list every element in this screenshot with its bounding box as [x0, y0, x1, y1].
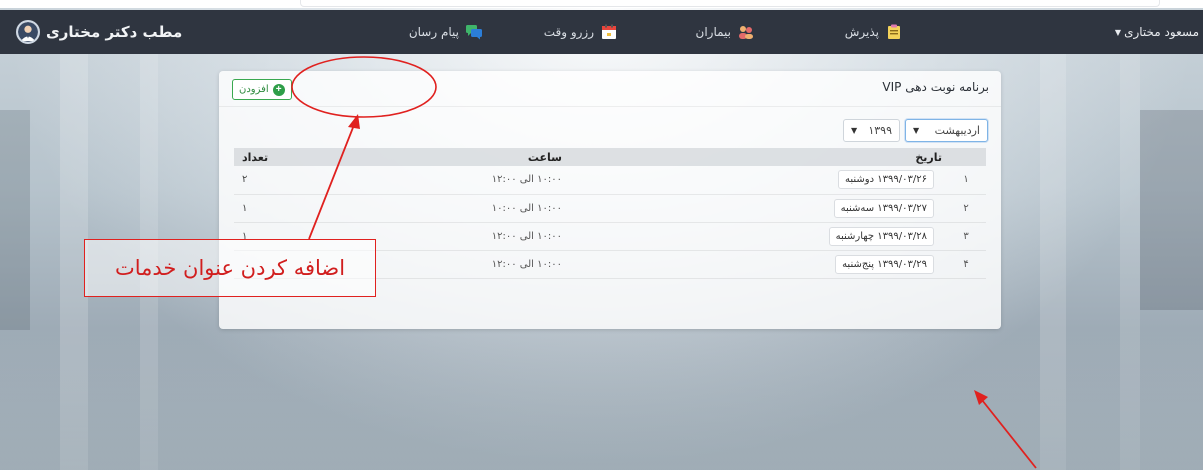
- row-time: ۱۰:۰۰ الی ۱۰:۰۰: [336, 194, 566, 223]
- nav-item-label: رزرو وقت: [543, 25, 594, 39]
- row-num: ۲: [946, 194, 986, 223]
- year-select[interactable]: ۱۳۹۹ ▼: [843, 119, 900, 142]
- doctor-avatar-icon: [16, 20, 40, 44]
- row-date-cell: ۱۳۹۹/۰۳/۲۸ چهارشنبه: [566, 222, 946, 251]
- row-num: ۱: [946, 166, 986, 195]
- calendar-icon: [602, 24, 616, 39]
- brand-title: مطب دکتر مختاری: [46, 23, 183, 41]
- browser-top-strip: [0, 0, 1203, 8]
- row-date[interactable]: ۱۳۹۹/۰۳/۲۶ دوشنبه: [838, 170, 934, 190]
- row-num: ۴: [946, 250, 986, 279]
- card-header: برنامه نوبت دهی VIP + افزودن: [219, 71, 1001, 107]
- user-menu[interactable]: مسعود مختاری ▼: [1115, 10, 1199, 54]
- table-row[interactable]: ۲ ۱۳۹۹/۰۳/۲۷ سه‌شنبه ۱۰:۰۰ الی ۱۰:۰۰ ۱: [234, 194, 986, 223]
- row-date[interactable]: ۱۳۹۹/۰۳/۲۹ پنج‌شنبه: [835, 254, 934, 274]
- brand[interactable]: مطب دکتر مختاری: [16, 10, 182, 54]
- table-header-row: تاریخ ساعت تعداد: [234, 148, 986, 166]
- chat-icon: [466, 25, 482, 40]
- row-date-cell: ۱۳۹۹/۰۳/۲۷ سه‌شنبه: [566, 194, 946, 223]
- nav-item-messenger[interactable]: پیام رسان: [409, 10, 483, 54]
- nav-item-reception[interactable]: پذیرش: [845, 10, 903, 54]
- row-date-cell: ۱۳۹۹/۰۳/۲۶ دوشنبه: [566, 166, 946, 195]
- row-count: ۲: [234, 166, 336, 195]
- row-count: ۱: [234, 194, 336, 223]
- nav-item-label: پذیرش: [844, 25, 879, 39]
- chevron-down-icon: ▼: [913, 126, 920, 135]
- clipboard-icon: [888, 24, 900, 39]
- add-button-label: افزودن: [239, 84, 269, 95]
- header-date: تاریخ: [566, 148, 946, 166]
- chevron-down-icon: ▼: [851, 126, 858, 135]
- annotation-callout: اضافه کردن عنوان خدمات: [84, 239, 376, 297]
- nav-item-patients[interactable]: بیماران: [696, 10, 756, 54]
- nav-item-label: بیماران: [695, 25, 732, 39]
- header-num: [946, 148, 986, 166]
- nav-item-label: پیام رسان: [408, 25, 459, 39]
- month-select-value: اردیبهشت: [934, 124, 980, 137]
- header-time: ساعت: [336, 148, 566, 166]
- row-date[interactable]: ۱۳۹۹/۰۳/۲۷ سه‌شنبه: [833, 198, 934, 218]
- row-date[interactable]: ۱۳۹۹/۰۳/۲۸ چهارشنبه: [828, 226, 934, 246]
- plus-circle-icon: +: [272, 83, 285, 96]
- table-row[interactable]: ۱ ۱۳۹۹/۰۳/۲۶ دوشنبه ۱۰:۰۰ الی ۱۲:۰۰ ۲: [234, 166, 986, 195]
- month-select[interactable]: اردیبهشت ▼: [905, 119, 988, 142]
- add-button[interactable]: + افزودن: [232, 79, 292, 100]
- card-title: برنامه نوبت دهی VIP: [882, 80, 989, 94]
- patients-icon: [739, 26, 753, 39]
- row-date-cell: ۱۳۹۹/۰۳/۲۹ پنج‌شنبه: [566, 250, 946, 279]
- nav-item-booking[interactable]: رزرو وقت: [544, 10, 618, 54]
- header-count: تعداد: [234, 148, 336, 166]
- caret-down-icon: ▼: [1114, 27, 1122, 37]
- top-navbar: مسعود مختاری ▼ پذیرش بیماران رزرو وقت پی…: [0, 10, 1203, 54]
- user-name: مسعود مختاری: [1124, 25, 1199, 39]
- row-time: ۱۰:۰۰ الی ۱۲:۰۰: [336, 166, 566, 195]
- year-select-value: ۱۳۹۹: [868, 124, 892, 137]
- row-num: ۳: [946, 222, 986, 251]
